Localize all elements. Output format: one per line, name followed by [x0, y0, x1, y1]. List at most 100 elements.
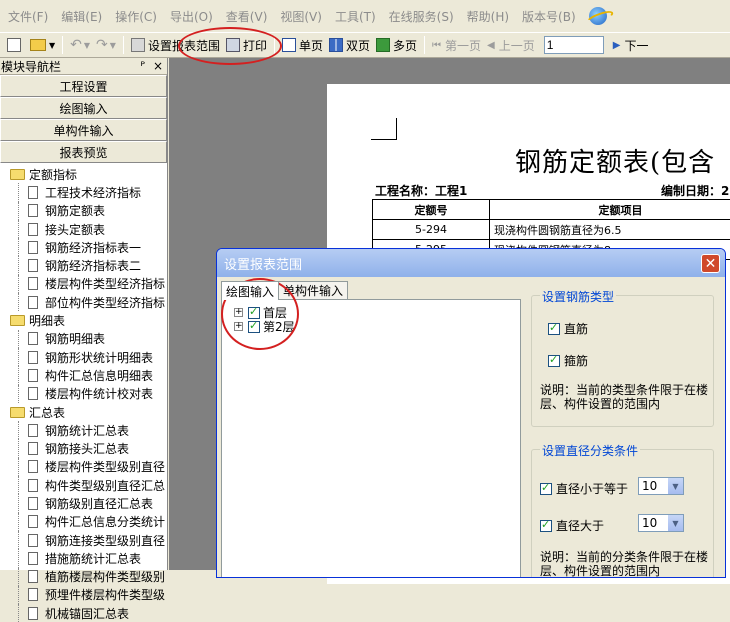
close-icon[interactable]: ✕	[701, 254, 720, 273]
table-cell: 现浇构件圆钢筋直径为6.5	[490, 220, 730, 240]
multi-page-icon	[376, 38, 390, 52]
diameter-gt-select[interactable]: 10 ▼	[638, 514, 684, 532]
menu-view[interactable]: 查看(V)	[226, 8, 268, 25]
document-icon	[28, 186, 38, 199]
menu-file[interactable]: 文件(F)	[8, 8, 48, 25]
menu-edit[interactable]: 编辑(E)	[61, 8, 102, 25]
tree-item[interactable]: 钢筋统计汇总表	[0, 421, 167, 439]
document-icon	[28, 332, 38, 345]
dialog-title-bar[interactable]: 设置报表范围 ✕	[217, 249, 725, 277]
tree-folder-quota[interactable]: 定额指标	[0, 165, 167, 183]
tree-item[interactable]: 钢筋经济指标表二	[0, 256, 167, 274]
tree-item-label: 构件汇总信息明细表	[45, 367, 153, 384]
menu-online-service[interactable]: 在线服务(S)	[389, 8, 454, 25]
tree-item-selected[interactable]: 钢筋定额表	[0, 202, 167, 220]
tab-drawing-input[interactable]: 绘图输入	[221, 281, 279, 300]
tree-item[interactable]: 植筋楼层构件类型级别	[0, 568, 167, 586]
tree-item[interactable]: 楼层构件类型经济指标	[0, 275, 167, 293]
toolbar: ▼ ↶▼ ↷▼ 设置报表范围 打印 单页 双页 多页 ⏮第一页 ◀上一页 ▶下一	[0, 32, 730, 58]
new-button[interactable]	[4, 34, 27, 56]
tree-item[interactable]: 工程技术经济指标	[0, 183, 167, 201]
report-range-icon	[131, 38, 145, 52]
next-page-button[interactable]: ▶下一	[610, 34, 652, 56]
tree-item[interactable]: 钢筋明细表	[0, 330, 167, 348]
page-number-input[interactable]	[544, 36, 604, 54]
checkbox-label: 直径大于	[556, 517, 604, 534]
document-icon	[28, 241, 38, 254]
double-page-icon	[329, 38, 343, 52]
prev-page-button[interactable]: ◀上一页	[484, 34, 538, 56]
report-tree: 定额指标 工程技术经济指标 钢筋定额表 接头定额表 钢筋经济指标表一 钢筋经济指…	[0, 163, 167, 622]
close-icon[interactable]: ×	[153, 59, 163, 73]
checkbox[interactable]	[548, 355, 560, 367]
next-page-icon: ▶	[613, 40, 621, 51]
diameter-le-select[interactable]: 10 ▼	[638, 477, 684, 495]
tree-item-label: 钢筋级别直径汇总表	[45, 495, 153, 512]
tree-item[interactable]: 构件汇总信息明细表	[0, 366, 167, 384]
document-icon	[28, 424, 38, 437]
tree-item[interactable]: 楼层构件统计校对表	[0, 385, 167, 403]
chevron-down-icon[interactable]: ▼	[668, 478, 683, 494]
tree-folder-summary[interactable]: 汇总表	[0, 403, 167, 421]
tree-item[interactable]: 接头定额表	[0, 220, 167, 238]
tree-item[interactable]: 钢筋连接类型级别直径	[0, 531, 167, 549]
multi-page-label: 多页	[393, 37, 417, 54]
multi-page-button[interactable]: 多页	[373, 34, 420, 56]
tree-folder-label: 汇总表	[29, 404, 65, 421]
first-page-button[interactable]: ⏮第一页	[429, 34, 484, 56]
chevron-down-icon: ▼	[49, 41, 55, 50]
double-page-button[interactable]: 双页	[326, 34, 373, 56]
tree-item[interactable]: 钢筋级别直径汇总表	[0, 494, 167, 512]
tree-folder-detail[interactable]: 明细表	[0, 311, 167, 329]
document-icon	[28, 296, 38, 309]
tree-item[interactable]: 钢筋经济指标表一	[0, 238, 167, 256]
browser-icon[interactable]	[589, 7, 607, 25]
checkbox[interactable]	[548, 323, 560, 335]
diameter-gt-checkbox[interactable]: 直径大于	[540, 517, 604, 534]
tree-item[interactable]: 钢筋接头汇总表	[0, 439, 167, 457]
document-icon	[28, 369, 38, 382]
tree-item[interactable]: 预埋件楼层构件类型级	[0, 586, 167, 604]
document-icon	[28, 460, 38, 473]
menu-tools[interactable]: 工具(T)	[335, 8, 376, 25]
diameter-le-checkbox[interactable]: 直径小于等于	[540, 480, 628, 497]
select-value: 10	[642, 479, 657, 493]
tree-folder-label: 定额指标	[29, 166, 77, 183]
page-margin-mark	[371, 118, 397, 140]
tree-item[interactable]: 措施筋统计汇总表	[0, 549, 167, 567]
tree-item[interactable]: 构件汇总信息分类统计	[0, 513, 167, 531]
menu-export[interactable]: 导出(O)	[170, 8, 213, 25]
nav-drawing-input[interactable]: 绘图输入	[0, 97, 167, 119]
open-button[interactable]: ▼	[27, 34, 58, 56]
straight-rebar-checkbox[interactable]: 直筋	[548, 320, 588, 337]
menu-version[interactable]: 版本号(B)	[522, 8, 576, 25]
menu-help[interactable]: 帮助(H)	[467, 8, 509, 25]
tree-item[interactable]: 机械锚固汇总表	[0, 604, 167, 622]
tree-item[interactable]: 构件类型级别直径汇总	[0, 476, 167, 494]
checkbox-label: 直径小于等于	[556, 480, 628, 497]
chevron-down-icon[interactable]: ▼	[668, 515, 683, 531]
tree-item-label: 构件汇总信息分类统计	[45, 513, 165, 530]
nav-single-component-input[interactable]: 单构件输入	[0, 119, 167, 141]
tree-item[interactable]: 楼层构件类型级别直径	[0, 458, 167, 476]
undo-button[interactable]: ↶▼	[67, 34, 93, 56]
redo-button[interactable]: ↷▼	[93, 34, 119, 56]
double-page-label: 双页	[346, 37, 370, 54]
nav-report-preview[interactable]: 报表预览	[0, 141, 167, 163]
pin-icon[interactable]: ᴾ	[140, 59, 145, 73]
checkbox-label: 直筋	[564, 320, 588, 337]
nav-project-settings[interactable]: 工程设置	[0, 75, 167, 97]
checkbox[interactable]	[540, 520, 552, 532]
single-page-button[interactable]: 单页	[279, 34, 326, 56]
tree-item-label: 钢筋经济指标表二	[45, 257, 141, 274]
document-icon	[28, 223, 38, 236]
chevron-down-icon: ▼	[84, 41, 90, 50]
checkbox[interactable]	[540, 483, 552, 495]
menu-operate[interactable]: 操作(C)	[115, 8, 157, 25]
stirrup-checkbox[interactable]: 箍筋	[548, 352, 588, 369]
project-name-label: 工程名称：工程1	[375, 182, 467, 199]
menu-viewport[interactable]: 视图(V)	[280, 8, 322, 25]
document-icon	[28, 552, 38, 565]
tree-item[interactable]: 钢筋形状统计明细表	[0, 348, 167, 366]
tree-item[interactable]: 部位构件类型经济指标	[0, 293, 167, 311]
